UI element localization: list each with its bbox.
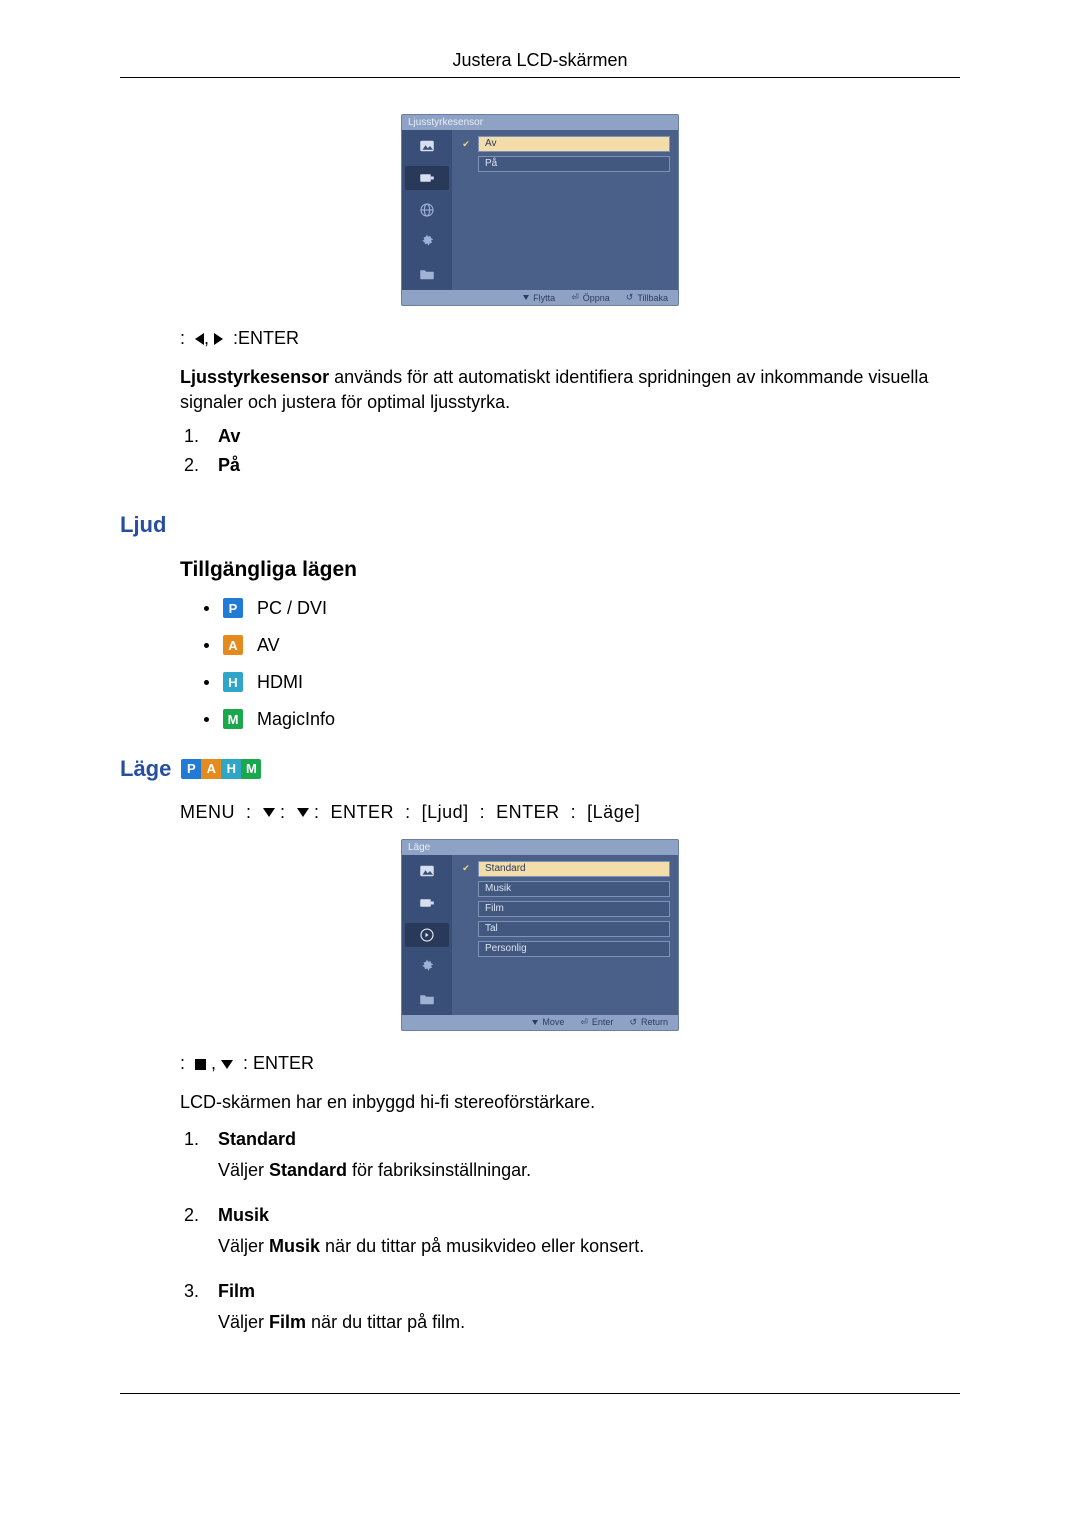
- menu-path: MENU : : : ENTER : [Ljud] : ENTER : [Läg…: [180, 800, 960, 825]
- sound-mode-defs: Standard Väljer Standard för fabriksinst…: [204, 1129, 960, 1333]
- osd-title: Ljusstyrkesensor: [402, 115, 678, 130]
- list-item: Av: [204, 426, 960, 447]
- nav-hint: : , : ENTER: [180, 1051, 960, 1076]
- arrow-down-icon: [221, 1060, 233, 1069]
- list-item: P PC / DVI: [204, 598, 960, 619]
- folder-icon: [405, 262, 449, 286]
- osd-option-label: På: [478, 156, 670, 172]
- osd-left-icons: [402, 130, 452, 290]
- mode-badge: A: [223, 635, 243, 655]
- arrow-left-icon: [195, 333, 204, 345]
- osd-title: Läge: [402, 840, 678, 855]
- osd-option[interactable]: På: [460, 156, 670, 172]
- mode-label: HDMI: [257, 672, 303, 693]
- arrow-down-icon: [532, 1020, 538, 1025]
- mode-badge: H: [221, 759, 241, 779]
- mode-label: PC / DVI: [257, 598, 327, 619]
- check-icon: ✔: [460, 138, 472, 150]
- hifi-desc: LCD-skärmen har en inbyggd hi-fi stereof…: [180, 1090, 960, 1115]
- sound-icon: [405, 923, 449, 947]
- picture-icon: [405, 859, 449, 883]
- globe-icon: [405, 198, 449, 222]
- osd-option[interactable]: Musik: [460, 881, 670, 897]
- osd-option-label: Tal: [478, 921, 670, 937]
- osd-option-label: Standard: [478, 861, 670, 877]
- osd-option[interactable]: ✔ Av: [460, 136, 670, 152]
- sensor-desc: Ljusstyrkesensor används för att automat…: [180, 365, 960, 415]
- osd-option[interactable]: Film: [460, 901, 670, 917]
- mode-badge: H: [223, 672, 243, 692]
- stop-icon: [195, 1059, 206, 1070]
- list-item: A AV: [204, 635, 960, 656]
- input-icon: [405, 166, 449, 190]
- list-item: Musik Väljer Musik när du tittar på musi…: [204, 1205, 960, 1257]
- page-header: Justera LCD-skärmen: [120, 50, 960, 78]
- arrow-down-icon: [523, 295, 529, 300]
- arrow-down-icon: [297, 808, 309, 817]
- picture-icon: [405, 134, 449, 158]
- input-icon: [405, 891, 449, 915]
- mode-badge: P: [223, 598, 243, 618]
- osd-footer: Move ⏎Enter ↺Return: [402, 1015, 678, 1030]
- sensor-options: Av På: [204, 426, 960, 476]
- list-item: H HDMI: [204, 672, 960, 693]
- gear-icon: [405, 230, 449, 254]
- mode-label: AV: [257, 635, 280, 656]
- unchecked-icon: [460, 158, 472, 170]
- osd-option[interactable]: Tal: [460, 921, 670, 937]
- arrow-right-icon: [214, 333, 223, 345]
- section-tillgangliga: Tillgängliga lägen: [180, 558, 960, 582]
- bullet-icon: [204, 680, 209, 685]
- osd-brightness-sensor: Ljusstyrkesensor: [401, 114, 679, 306]
- section-lage: Läge P A H M: [120, 756, 960, 782]
- osd-footer: Flytta ⏎Öppna ↺Tillbaka: [402, 290, 678, 305]
- enter-icon: ⏎: [571, 292, 579, 303]
- osd-option-label: Musik: [478, 881, 670, 897]
- osd-option-label: Personlig: [478, 941, 670, 957]
- gear-icon: [405, 955, 449, 979]
- osd-option[interactable]: ✔ Standard: [460, 861, 670, 877]
- nav-hint: : , :ENTER: [180, 326, 960, 351]
- folder-icon: [405, 987, 449, 1011]
- list-item: På: [204, 455, 960, 476]
- footer-rule: [120, 1393, 960, 1394]
- enter-icon: ⏎: [580, 1017, 588, 1028]
- return-icon: ↺: [626, 292, 634, 303]
- sensor-term: Ljusstyrkesensor: [180, 367, 329, 387]
- mode-badge: M: [241, 759, 261, 779]
- list-item: Film Väljer Film när du tittar på film.: [204, 1281, 960, 1333]
- mode-list: P PC / DVI A AV H HDMI M MagicInfo: [204, 598, 960, 730]
- section-ljud: Ljud: [120, 512, 960, 538]
- osd-left-icons: [402, 855, 452, 1015]
- mode-label: MagicInfo: [257, 709, 335, 730]
- bullet-icon: [204, 717, 209, 722]
- osd-option[interactable]: Personlig: [460, 941, 670, 957]
- arrow-down-icon: [263, 808, 275, 817]
- bullet-icon: [204, 643, 209, 648]
- mode-badge: P: [181, 759, 201, 779]
- mode-badge: M: [223, 709, 243, 729]
- mode-badge: A: [201, 759, 221, 779]
- mode-strip: P A H M: [181, 759, 261, 779]
- bullet-icon: [204, 606, 209, 611]
- list-item: M MagicInfo: [204, 709, 960, 730]
- osd-option-label: Av: [478, 136, 670, 152]
- return-icon: ↺: [629, 1017, 637, 1028]
- osd-lage: Läge ✔: [401, 839, 679, 1031]
- header-title: Justera LCD-skärmen: [452, 50, 627, 70]
- list-item: Standard Väljer Standard för fabriksinst…: [204, 1129, 960, 1181]
- osd-option-label: Film: [478, 901, 670, 917]
- check-icon: ✔: [460, 863, 472, 875]
